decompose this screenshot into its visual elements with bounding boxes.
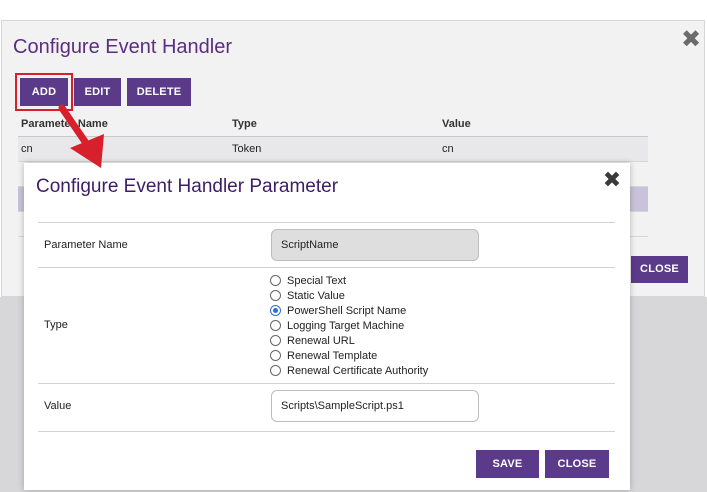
radio-label: Renewal URL	[287, 334, 355, 347]
divider	[38, 383, 615, 384]
radio-label: Renewal Certificate Authority	[287, 364, 429, 377]
save-button[interactable]: SAVE	[476, 450, 539, 478]
divider	[38, 431, 615, 432]
inner-dialog-title: Configure Event Handler Parameter	[36, 176, 339, 197]
table-row[interactable]: cn Token cn	[18, 137, 648, 162]
add-button[interactable]: ADD	[20, 78, 68, 106]
outer-close-button[interactable]: CLOSE	[631, 256, 688, 283]
cell-value: cn	[442, 143, 454, 155]
radio-special-text[interactable]: Special Text	[270, 273, 428, 288]
outer-close-icon[interactable]: ✖	[680, 28, 702, 52]
radio-label: Special Text	[287, 274, 347, 287]
radio-button-selected[interactable]	[270, 305, 281, 316]
configure-event-handler-parameter-dialog: Configure Event Handler Parameter ✖ Para…	[24, 163, 630, 490]
inner-close-button[interactable]: CLOSE	[545, 450, 609, 478]
type-label: Type	[44, 319, 68, 331]
grid-header: Parameter Name Type Value	[18, 112, 648, 137]
radio-button[interactable]	[270, 365, 281, 376]
radio-powershell-script-name[interactable]: PowerShell Script Name	[270, 303, 428, 318]
parameter-name-label: Parameter Name	[44, 239, 128, 251]
column-header-value[interactable]: Value	[442, 118, 471, 130]
radio-logging-target-machine[interactable]: Logging Target Machine	[270, 318, 428, 333]
type-radio-group: Special Text Static Value PowerShell Scr…	[270, 273, 428, 378]
divider	[38, 267, 615, 268]
divider	[38, 222, 615, 223]
cell-parameter-name: cn	[21, 143, 33, 155]
cell-type: Token	[232, 143, 262, 155]
radio-static-value[interactable]: Static Value	[270, 288, 428, 303]
radio-button[interactable]	[270, 290, 281, 301]
edit-button[interactable]: EDIT	[74, 78, 121, 106]
radio-renewal-template[interactable]: Renewal Template	[270, 348, 428, 363]
value-input[interactable]	[271, 390, 479, 422]
radio-label: Static Value	[287, 289, 345, 302]
column-header-parameter-name[interactable]: Parameter Name	[21, 118, 108, 130]
outer-dialog-title: Configure Event Handler	[13, 36, 233, 58]
radio-button[interactable]	[270, 335, 281, 346]
value-label: Value	[44, 400, 72, 412]
radio-button[interactable]	[270, 320, 281, 331]
inner-close-icon[interactable]: ✖	[601, 169, 623, 191]
parameter-name-input[interactable]	[271, 229, 479, 261]
radio-renewal-url[interactable]: Renewal URL	[270, 333, 428, 348]
radio-renewal-certificate-authority[interactable]: Renewal Certificate Authority	[270, 363, 428, 378]
radio-button[interactable]	[270, 275, 281, 286]
delete-button[interactable]: DELETE	[127, 78, 191, 106]
column-header-type[interactable]: Type	[232, 118, 257, 130]
radio-button[interactable]	[270, 350, 281, 361]
radio-label: PowerShell Script Name	[287, 304, 407, 317]
radio-label: Renewal Template	[287, 349, 378, 362]
radio-label: Logging Target Machine	[287, 319, 405, 332]
